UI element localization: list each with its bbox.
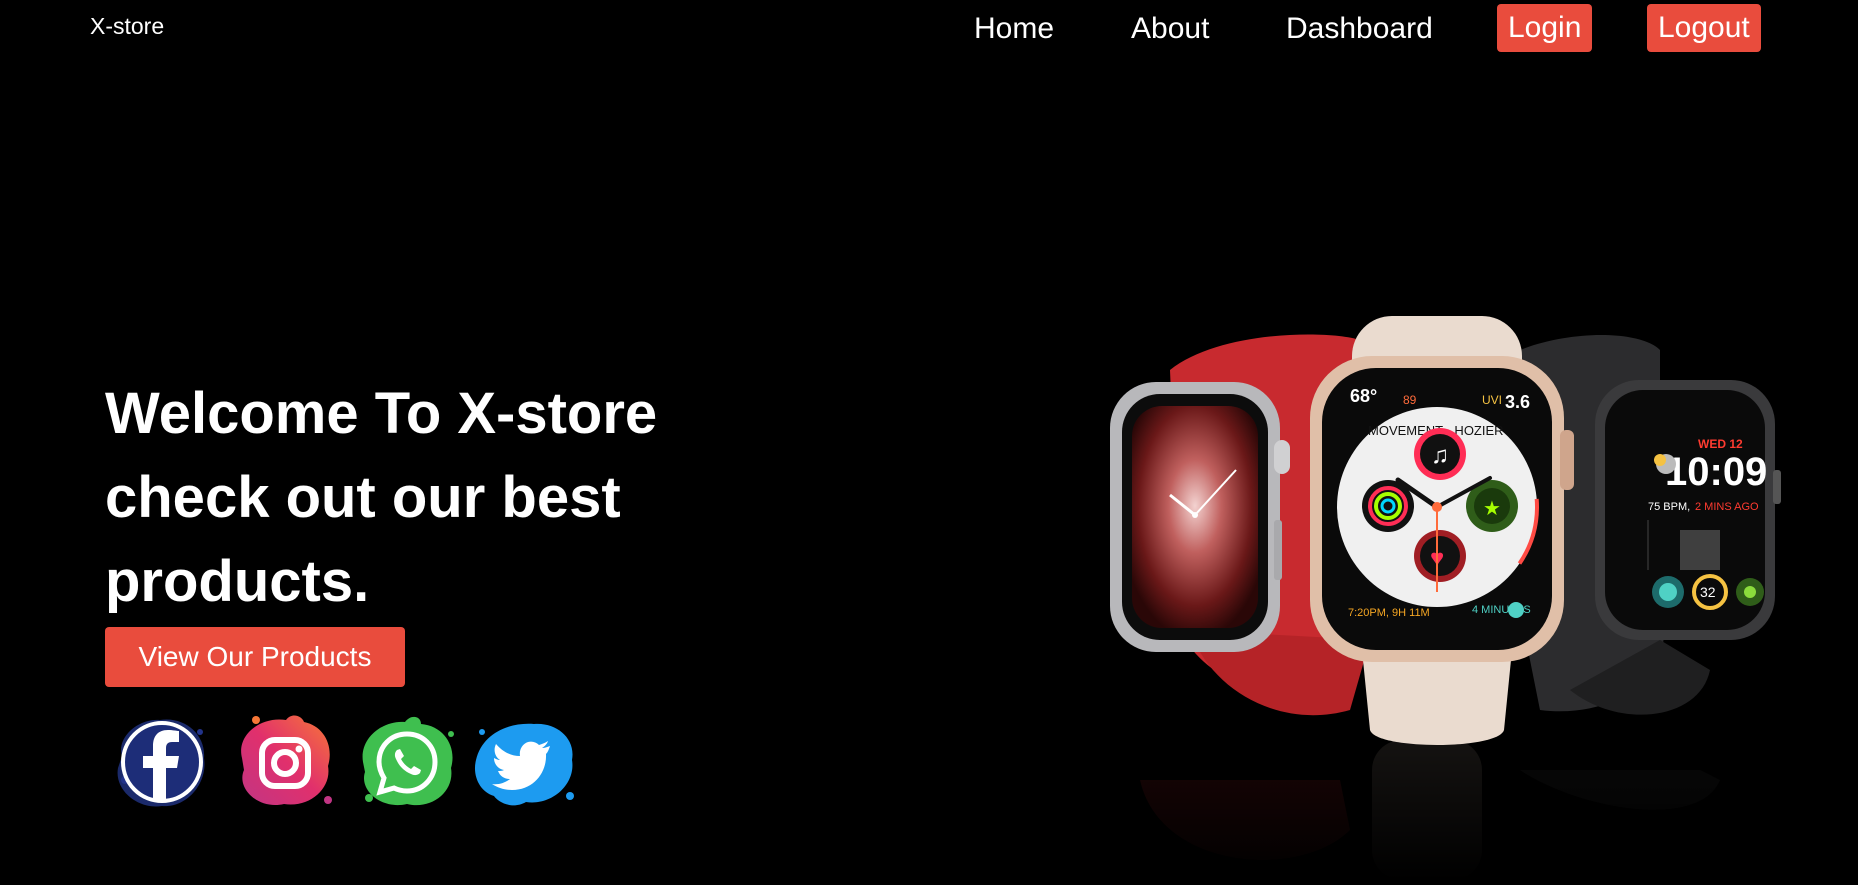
- brand-logo[interactable]: X-store: [90, 13, 164, 40]
- hero-title: Welcome To X-store check out our best pr…: [105, 372, 745, 624]
- svg-text:89: 89: [1403, 393, 1417, 407]
- svg-text:2 MINS AGO: 2 MINS AGO: [1695, 501, 1759, 513]
- svg-text:♫: ♫: [1431, 442, 1449, 469]
- nav-dashboard[interactable]: Dashboard: [1286, 9, 1433, 49]
- whatsapp-icon[interactable]: [355, 712, 459, 812]
- hero-title-line: check out our best: [105, 465, 621, 530]
- nav-about[interactable]: About: [1131, 9, 1209, 49]
- top-nav: X-store Home About Dashboard Login Logou…: [0, 0, 1858, 60]
- svg-text:68°: 68°: [1350, 386, 1377, 406]
- hero-title-line: Welcome To X-store: [105, 381, 658, 446]
- login-button[interactable]: Login: [1497, 4, 1593, 52]
- product-image-watches: WED 12 10:09 75 BPM, 2 MINS AGO 32 68° 8…: [1100, 310, 1800, 880]
- svg-text:32: 32: [1700, 584, 1716, 600]
- twitter-icon[interactable]: [472, 712, 576, 812]
- svg-text:75 BPM,: 75 BPM,: [1648, 501, 1690, 513]
- svg-text:10:09: 10:09: [1665, 450, 1767, 494]
- logout-button[interactable]: Logout: [1647, 4, 1761, 52]
- facebook-icon[interactable]: [108, 712, 212, 812]
- svg-text:★: ★: [1483, 498, 1501, 520]
- view-products-button[interactable]: View Our Products: [105, 627, 405, 687]
- svg-text:WED 12: WED 12: [1698, 437, 1743, 451]
- svg-text:7:20PM, 9H 11M: 7:20PM, 9H 11M: [1348, 607, 1430, 619]
- svg-text:UVI: UVI: [1482, 393, 1502, 407]
- nav-home[interactable]: Home: [974, 9, 1054, 49]
- svg-text:3.6: 3.6: [1505, 392, 1530, 412]
- hero-title-line: products.: [105, 549, 370, 614]
- instagram-icon[interactable]: [232, 712, 336, 812]
